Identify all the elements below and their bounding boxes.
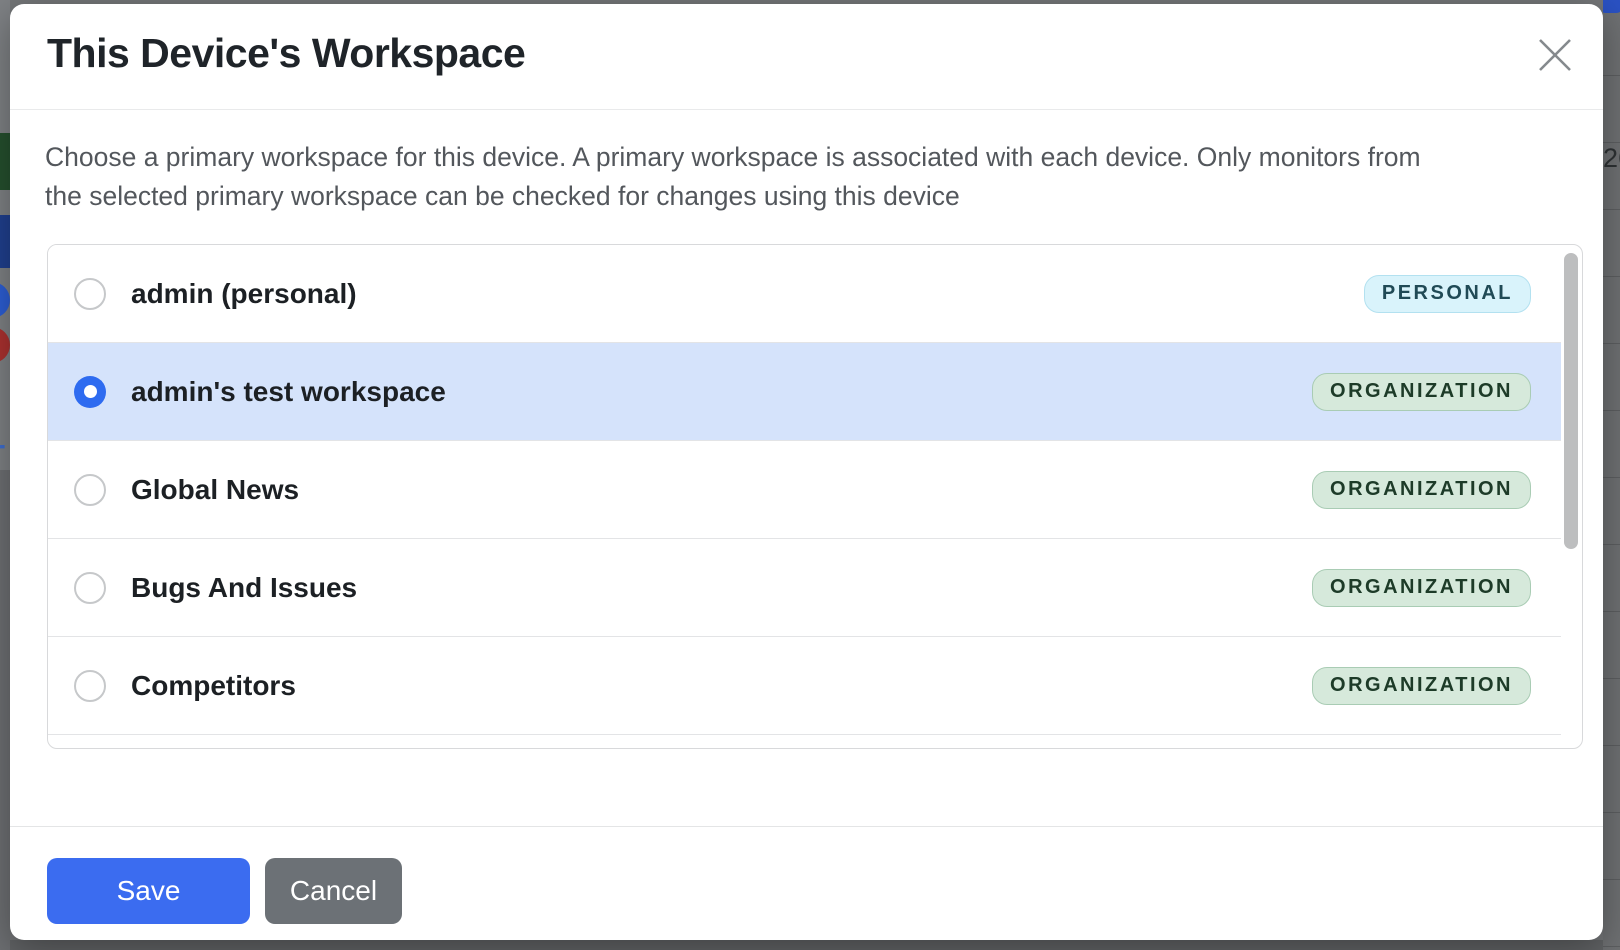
workspace-name: admin (personal)	[131, 278, 357, 310]
save-button[interactable]: Save	[47, 858, 250, 924]
workspace-type-badge: PERSONAL	[1364, 275, 1531, 313]
workspace-name: Competitors	[131, 670, 296, 702]
workspace-list: admin (personal) PERSONAL admin's test wor…	[47, 244, 1583, 749]
workspace-row[interactable]: admin (personal) PERSONAL	[48, 245, 1561, 343]
workspace-type-badge: ORGANIZATION	[1312, 667, 1531, 705]
workspace-row[interactable]: Bugs And Issues ORGANIZATION	[48, 539, 1561, 637]
workspace-type-badge: ORGANIZATION	[1312, 373, 1531, 411]
workspace-name: Global News	[131, 474, 299, 506]
dialog-title: This Device's Workspace	[47, 30, 525, 77]
radio-unselected-icon[interactable]	[74, 670, 106, 702]
close-button[interactable]	[1531, 32, 1579, 80]
footer-divider	[10, 826, 1603, 827]
description-line-2: the selected primary workspace can be ch…	[45, 177, 1421, 216]
background-blue-avatar	[0, 282, 10, 318]
background-blue-block	[0, 215, 10, 268]
workspace-name: admin's test workspace	[131, 376, 446, 408]
radio-unselected-icon[interactable]	[74, 278, 106, 310]
background-blue-tab	[1603, 0, 1620, 13]
background-page-right-edge: 26	[1603, 0, 1620, 950]
scrollbar-thumb[interactable]	[1564, 253, 1578, 549]
radio-unselected-icon[interactable]	[74, 572, 106, 604]
dialog-description: Choose a primary workspace for this devi…	[45, 138, 1421, 216]
background-partial-number: 26	[1603, 143, 1620, 174]
workspace-row[interactable]: admin's test workspace ORGANIZATION	[48, 343, 1561, 441]
background-partial-letter: T	[0, 438, 10, 472]
background-page-left-edge: T	[0, 0, 10, 950]
dialog-header: This Device's Workspace	[10, 4, 1603, 110]
workspace-type-badge: ORGANIZATION	[1312, 569, 1531, 607]
background-red-avatar	[0, 327, 10, 363]
close-icon	[1536, 36, 1574, 77]
device-workspace-dialog: This Device's Workspace Choose a primary…	[10, 4, 1603, 940]
radio-selected-icon[interactable]	[74, 376, 106, 408]
workspace-name: Bugs And Issues	[131, 572, 357, 604]
workspace-type-badge: ORGANIZATION	[1312, 471, 1531, 509]
workspace-row[interactable]: Competitors ORGANIZATION	[48, 637, 1561, 735]
workspace-row[interactable]: Global News ORGANIZATION	[48, 441, 1561, 539]
background-green-block	[0, 133, 10, 190]
background-page-bottom-edge	[10, 940, 1603, 950]
radio-unselected-icon[interactable]	[74, 474, 106, 506]
cancel-button[interactable]: Cancel	[265, 858, 402, 924]
description-line-1: Choose a primary workspace for this devi…	[45, 138, 1421, 177]
